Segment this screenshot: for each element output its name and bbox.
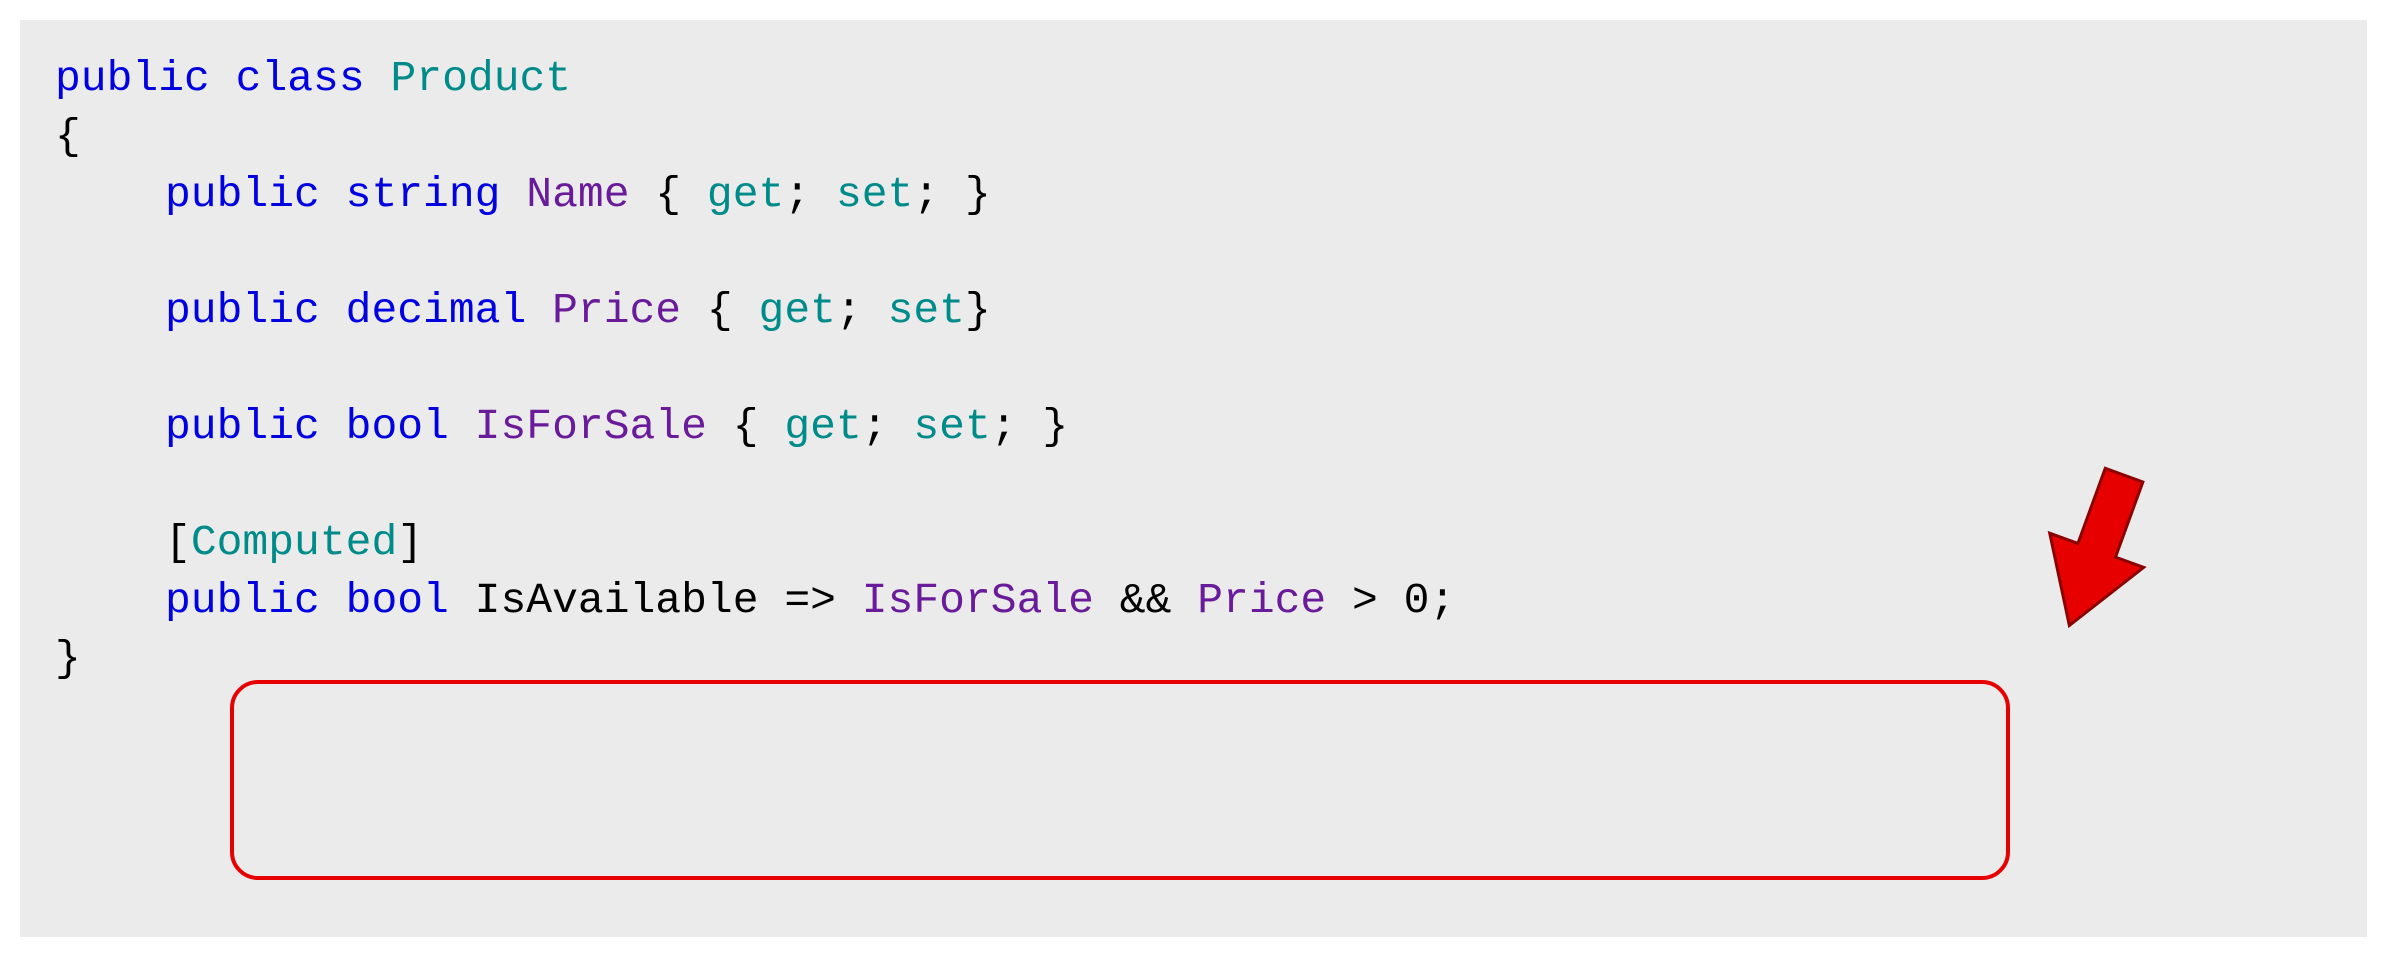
semi: ; } [913, 170, 990, 219]
code-snippet: public class Product { public string Nam… [20, 20, 2367, 937]
highlight-annotation [230, 680, 2010, 880]
kw-bool: bool [346, 576, 449, 625]
semi: ; [1429, 576, 1455, 625]
lambda-arrow: => [759, 576, 862, 625]
kw-get: get [784, 402, 861, 451]
and-op: && [1094, 576, 1197, 625]
kw-public: public [55, 54, 210, 103]
kw-decimal: decimal [346, 286, 527, 335]
semi: ; [784, 170, 836, 219]
code-line-6-blank [55, 340, 2332, 398]
prop-isavailable: IsAvailable [475, 576, 759, 625]
semi: } [965, 286, 991, 335]
semi: ; [862, 402, 914, 451]
semi: ; [836, 286, 888, 335]
kw-public: public [165, 170, 320, 219]
bracket: [ [165, 518, 191, 567]
braces: { [707, 402, 784, 451]
kw-public: public [165, 576, 320, 625]
kw-public: public [165, 286, 320, 335]
kw-string: string [346, 170, 501, 219]
kw-set: set [888, 286, 965, 335]
brace-close: } [55, 634, 81, 683]
kw-public: public [165, 402, 320, 451]
bracket: ] [397, 518, 423, 567]
literal-zero: 0 [1404, 576, 1430, 625]
gt-op: > [1326, 576, 1403, 625]
code-line-1: public class Product [55, 50, 2332, 108]
semi: ; } [991, 402, 1068, 451]
kw-get: get [707, 170, 784, 219]
braces: { [630, 170, 707, 219]
code-line-7: public bool IsForSale { get; set; } [55, 398, 2332, 456]
code-line-10: public bool IsAvailable => IsForSale && … [55, 572, 2332, 630]
prop-isforsale: IsForSale [475, 402, 707, 451]
brace-open: { [55, 112, 81, 161]
kw-class: class [236, 54, 365, 103]
class-name: Product [390, 54, 571, 103]
ref-price: Price [1197, 576, 1326, 625]
code-line-9: [Computed] [55, 514, 2332, 572]
prop-price: Price [552, 286, 681, 335]
code-line-8-blank [55, 456, 2332, 514]
code-line-5: public decimal Price { get; set} [55, 282, 2332, 340]
code-line-2: { [55, 108, 2332, 166]
attr-computed: Computed [191, 518, 397, 567]
kw-bool: bool [346, 402, 449, 451]
ref-isforsale: IsForSale [862, 576, 1094, 625]
code-line-4-blank [55, 224, 2332, 282]
code-line-11: } [55, 630, 2332, 688]
kw-get: get [759, 286, 836, 335]
prop-name: Name [526, 170, 629, 219]
braces: { [681, 286, 758, 335]
code-line-3: public string Name { get; set; } [55, 166, 2332, 224]
kw-set: set [836, 170, 913, 219]
kw-set: set [913, 402, 990, 451]
